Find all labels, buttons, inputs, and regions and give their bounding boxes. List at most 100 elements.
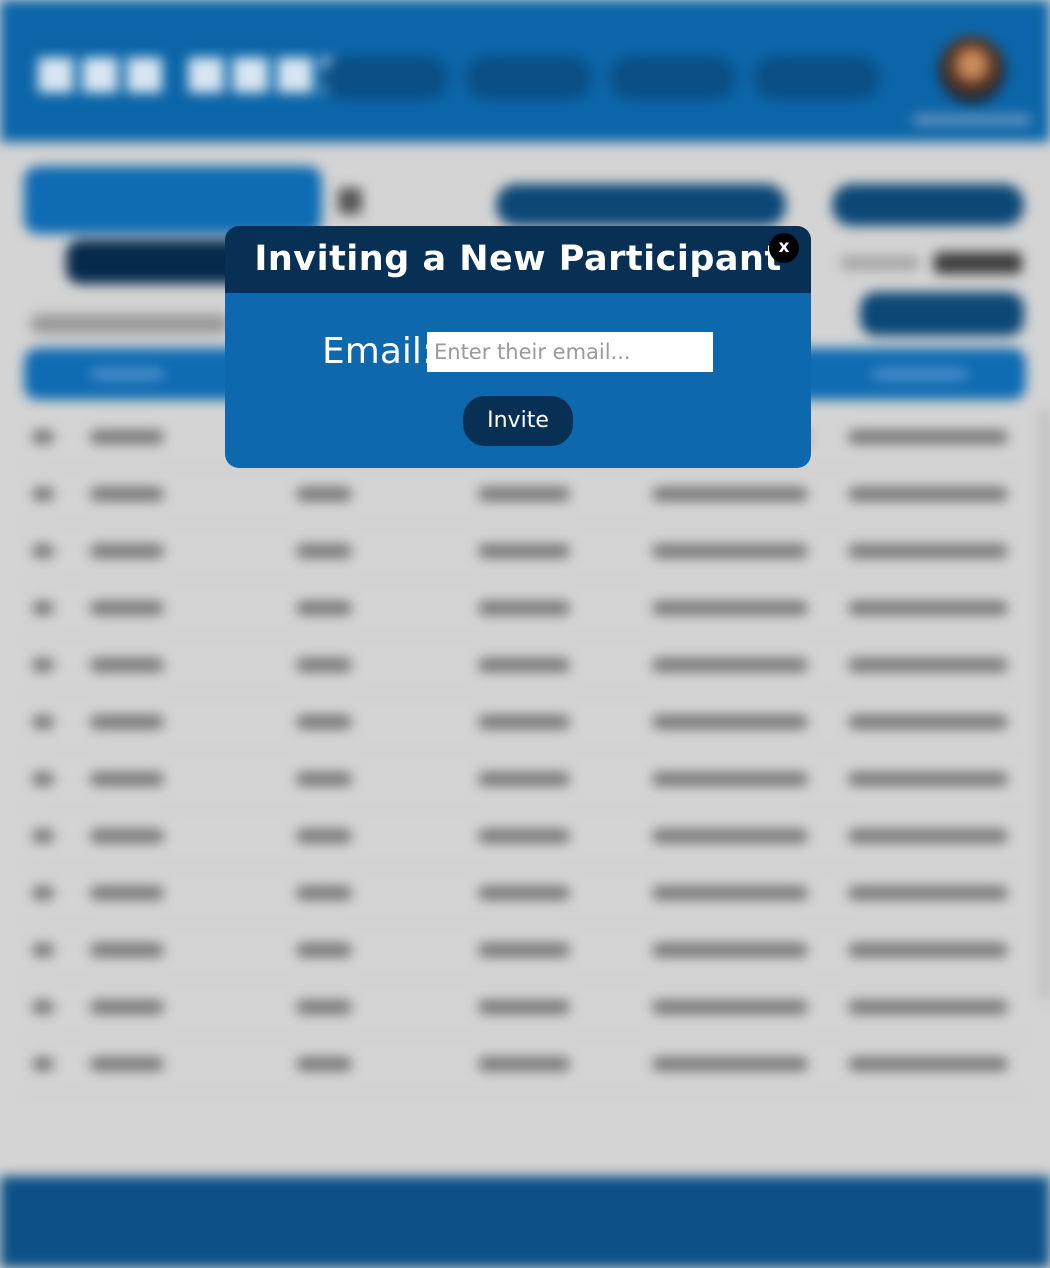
- table-row: [24, 1037, 1026, 1094]
- table-cell: [90, 829, 164, 843]
- table-row: [24, 467, 1026, 524]
- table-cell: [32, 430, 54, 444]
- table-cell: [296, 487, 352, 501]
- table-cell: [296, 1057, 352, 1071]
- table-cell: [90, 715, 164, 729]
- table-cell: [90, 1057, 164, 1071]
- blurred-background-app: ■■■ ■■■■■: [0, 0, 1050, 1268]
- table-cell: [296, 772, 352, 786]
- table-cell: [90, 943, 164, 957]
- invite-button[interactable]: Invite: [463, 396, 573, 446]
- table-cell: [32, 829, 54, 843]
- table-cell: [848, 544, 1008, 558]
- table-cell: [652, 658, 808, 672]
- nav-item: [322, 56, 448, 100]
- table-cell: [478, 943, 570, 957]
- table-cell: [32, 544, 54, 558]
- table-cell: [32, 487, 54, 501]
- table-cell: [478, 772, 570, 786]
- table-cell: [296, 658, 352, 672]
- app-footer: [0, 1176, 1050, 1268]
- table-cell: [296, 544, 352, 558]
- table-cell: [652, 1000, 808, 1014]
- table-cell: [32, 772, 54, 786]
- table-cell: [652, 829, 808, 843]
- table-cell: [848, 772, 1008, 786]
- table-cell: [848, 715, 1008, 729]
- close-button[interactable]: x: [769, 233, 799, 263]
- table-cell: [32, 658, 54, 672]
- table-cell: [90, 430, 164, 444]
- table-cell: [32, 1000, 54, 1014]
- scrollbar: [1040, 410, 1050, 1000]
- table-cell: [296, 1000, 352, 1014]
- table-cell: [32, 715, 54, 729]
- table-cell: [848, 658, 1008, 672]
- table-row: [24, 524, 1026, 581]
- table-cell: [32, 1057, 54, 1071]
- table-cell: [848, 487, 1008, 501]
- table-row: [24, 866, 1026, 923]
- table-cell: [32, 601, 54, 615]
- nav-item: [466, 56, 592, 100]
- table-cell: [296, 886, 352, 900]
- table-cell: [296, 601, 352, 615]
- main-nav: [322, 56, 880, 100]
- column-header: [872, 368, 968, 380]
- table-cell: [296, 943, 352, 957]
- edit-icon: [338, 188, 362, 214]
- table-cell: [296, 829, 352, 843]
- table-row: [24, 695, 1026, 752]
- table-cell: [478, 487, 570, 501]
- nav-item: [610, 56, 736, 100]
- column-header: [90, 368, 164, 380]
- table-cell: [848, 829, 1008, 843]
- table-cell: [296, 715, 352, 729]
- table-cell: [652, 886, 808, 900]
- table-cell: [652, 943, 808, 957]
- table-row: [24, 638, 1026, 695]
- sort-select: [934, 252, 1022, 274]
- table-cell: [478, 1000, 570, 1014]
- table-cell: [90, 487, 164, 501]
- filter-label: [30, 314, 230, 334]
- sort-label: [840, 256, 920, 270]
- table-cell: [848, 430, 1008, 444]
- new-item-button: [860, 292, 1024, 336]
- avatar-caption: [912, 114, 1032, 126]
- table-row: [24, 752, 1026, 809]
- project-name-banner: [24, 166, 322, 234]
- table-cell: [478, 886, 570, 900]
- table-cell: [478, 601, 570, 615]
- toolbar-button: [832, 184, 1024, 226]
- modal-header: Inviting a New Participant x: [225, 226, 811, 293]
- table-cell: [848, 1057, 1008, 1071]
- table-cell: [478, 829, 570, 843]
- email-input[interactable]: [427, 332, 713, 372]
- table-cell: [652, 715, 808, 729]
- table-cell: [848, 1000, 1008, 1014]
- table-cell: [652, 601, 808, 615]
- table-cell: [478, 658, 570, 672]
- table-row: [24, 980, 1026, 1037]
- table-row: [24, 923, 1026, 980]
- table-cell: [478, 544, 570, 558]
- table-cell: [652, 487, 808, 501]
- nav-item: [754, 56, 880, 100]
- email-label: Email:: [322, 331, 435, 372]
- table-row: [24, 581, 1026, 638]
- table-cell: [478, 1057, 570, 1071]
- table-cell: [90, 772, 164, 786]
- table-cell: [652, 772, 808, 786]
- avatar: [938, 36, 1006, 104]
- table-cell: [32, 886, 54, 900]
- table-cell: [90, 601, 164, 615]
- table-row: [24, 809, 1026, 866]
- table-cell: [848, 601, 1008, 615]
- toolbar-button: [496, 184, 786, 226]
- table-cell: [32, 943, 54, 957]
- table-cell: [90, 658, 164, 672]
- secondary-button: [66, 240, 246, 284]
- app-header: ■■■ ■■■■■: [0, 0, 1050, 142]
- table-cell: [848, 886, 1008, 900]
